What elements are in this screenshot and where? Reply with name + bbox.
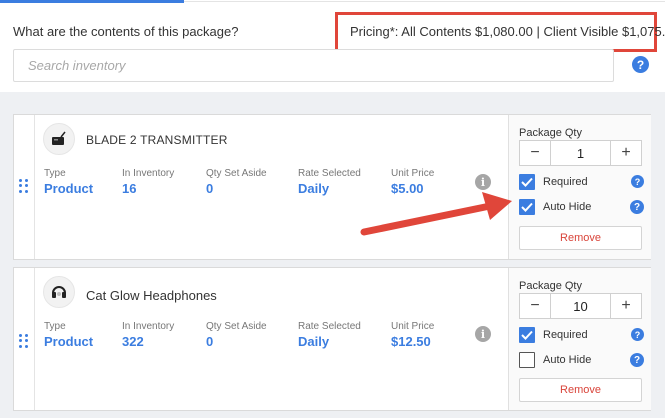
- field-value: Product: [44, 181, 94, 196]
- field-label: Rate Selected: [298, 168, 361, 179]
- required-label: Required: [543, 176, 588, 188]
- field-value: Product: [44, 334, 94, 349]
- item-name: Cat Glow Headphones: [86, 288, 217, 303]
- field-type: Type Product: [44, 168, 93, 196]
- increment-button[interactable]: +: [610, 141, 641, 165]
- quantity-stepper: − 1 +: [519, 140, 642, 166]
- required-label: Required: [543, 329, 588, 341]
- decrement-button[interactable]: −: [520, 294, 551, 318]
- info-icon[interactable]: i: [475, 174, 491, 190]
- field-label: Rate Selected: [298, 321, 361, 332]
- package-qty-label: Package Qty: [519, 280, 582, 292]
- field-value[interactable]: Daily: [298, 181, 361, 196]
- package-qty-panel: Package Qty − 10 + Required ? Auto Hide …: [508, 268, 651, 410]
- auto-hide-checkbox[interactable]: [519, 352, 535, 368]
- package-contents-question: What are the contents of this package?: [13, 24, 239, 39]
- drag-handle-icon[interactable]: [19, 334, 29, 348]
- field-value: 0: [206, 181, 214, 196]
- package-qty-label: Package Qty: [519, 127, 582, 139]
- help-icon[interactable]: ?: [631, 328, 644, 341]
- quantity-value[interactable]: 1: [551, 141, 610, 165]
- drag-strip: [14, 268, 35, 410]
- field-label: Qty Set Aside: [206, 321, 267, 332]
- drag-handle-icon[interactable]: [19, 179, 29, 193]
- field-label: Qty Set Aside: [206, 168, 267, 179]
- field-qty-set-aside: Qty Set Aside 0: [206, 321, 267, 349]
- drag-strip: [14, 115, 35, 259]
- field-qty-set-aside: Qty Set Aside 0: [206, 168, 267, 196]
- tab-divider: [184, 1, 665, 2]
- field-in-inventory: In Inventory 322: [122, 321, 174, 349]
- field-rate-selected: Rate Selected Daily: [298, 321, 361, 349]
- field-value[interactable]: Daily: [298, 334, 361, 349]
- quantity-stepper: − 10 +: [519, 293, 642, 319]
- package-item-card: Cat Glow Headphones Type Product In Inve…: [13, 267, 651, 411]
- field-label: Unit Price: [391, 321, 435, 332]
- auto-hide-label: Auto Hide: [543, 354, 592, 366]
- auto-hide-option: Auto Hide ?: [519, 199, 644, 217]
- auto-hide-label: Auto Hide: [543, 201, 592, 213]
- increment-button[interactable]: +: [610, 294, 641, 318]
- search-inventory-input[interactable]: [13, 49, 614, 82]
- field-type: Type Product: [44, 321, 93, 349]
- package-item-card: BLADE 2 TRANSMITTER Type Product In Inve…: [13, 114, 651, 260]
- headphones-icon: [43, 276, 75, 308]
- field-value: 16: [122, 181, 137, 196]
- item-name: BLADE 2 TRANSMITTER: [86, 133, 228, 147]
- field-label: Type: [44, 168, 66, 179]
- field-value: 0: [206, 334, 214, 349]
- help-icon[interactable]: ?: [631, 175, 644, 188]
- check-icon: [521, 177, 533, 187]
- remove-button[interactable]: Remove: [519, 378, 642, 402]
- required-checkbox[interactable]: [519, 327, 535, 343]
- decrement-button[interactable]: −: [520, 141, 551, 165]
- field-label: Type: [44, 321, 66, 332]
- package-qty-panel: Package Qty − 1 + Required ? Auto Hide ?…: [508, 115, 651, 259]
- check-icon: [521, 202, 533, 212]
- required-option: Required ?: [519, 327, 644, 345]
- auto-hide-option: Auto Hide ?: [519, 352, 644, 370]
- field-label: Unit Price: [391, 168, 435, 179]
- info-icon[interactable]: i: [475, 326, 491, 342]
- help-icon[interactable]: ?: [632, 56, 649, 73]
- field-unit-price: Unit Price $12.50: [391, 321, 434, 349]
- pricing-summary: Pricing*: All Contents $1,080.00 | Clien…: [350, 24, 665, 39]
- help-icon[interactable]: ?: [630, 200, 644, 214]
- quantity-value[interactable]: 10: [551, 294, 610, 318]
- check-icon: [521, 330, 533, 340]
- field-value[interactable]: $12.50: [391, 334, 434, 349]
- field-unit-price: Unit Price $5.00: [391, 168, 434, 196]
- field-value[interactable]: $5.00: [391, 181, 434, 196]
- auto-hide-checkbox[interactable]: [519, 199, 535, 215]
- field-label: In Inventory: [122, 321, 175, 332]
- required-option: Required ?: [519, 174, 644, 192]
- field-value: 322: [122, 334, 144, 349]
- field-rate-selected: Rate Selected Daily: [298, 168, 361, 196]
- transmitter-icon: [43, 123, 75, 155]
- remove-button[interactable]: Remove: [519, 226, 642, 250]
- required-checkbox[interactable]: [519, 174, 535, 190]
- active-tab-indicator: [0, 0, 184, 3]
- field-label: In Inventory: [122, 168, 175, 179]
- field-in-inventory: In Inventory 16: [122, 168, 174, 196]
- help-icon[interactable]: ?: [630, 353, 644, 367]
